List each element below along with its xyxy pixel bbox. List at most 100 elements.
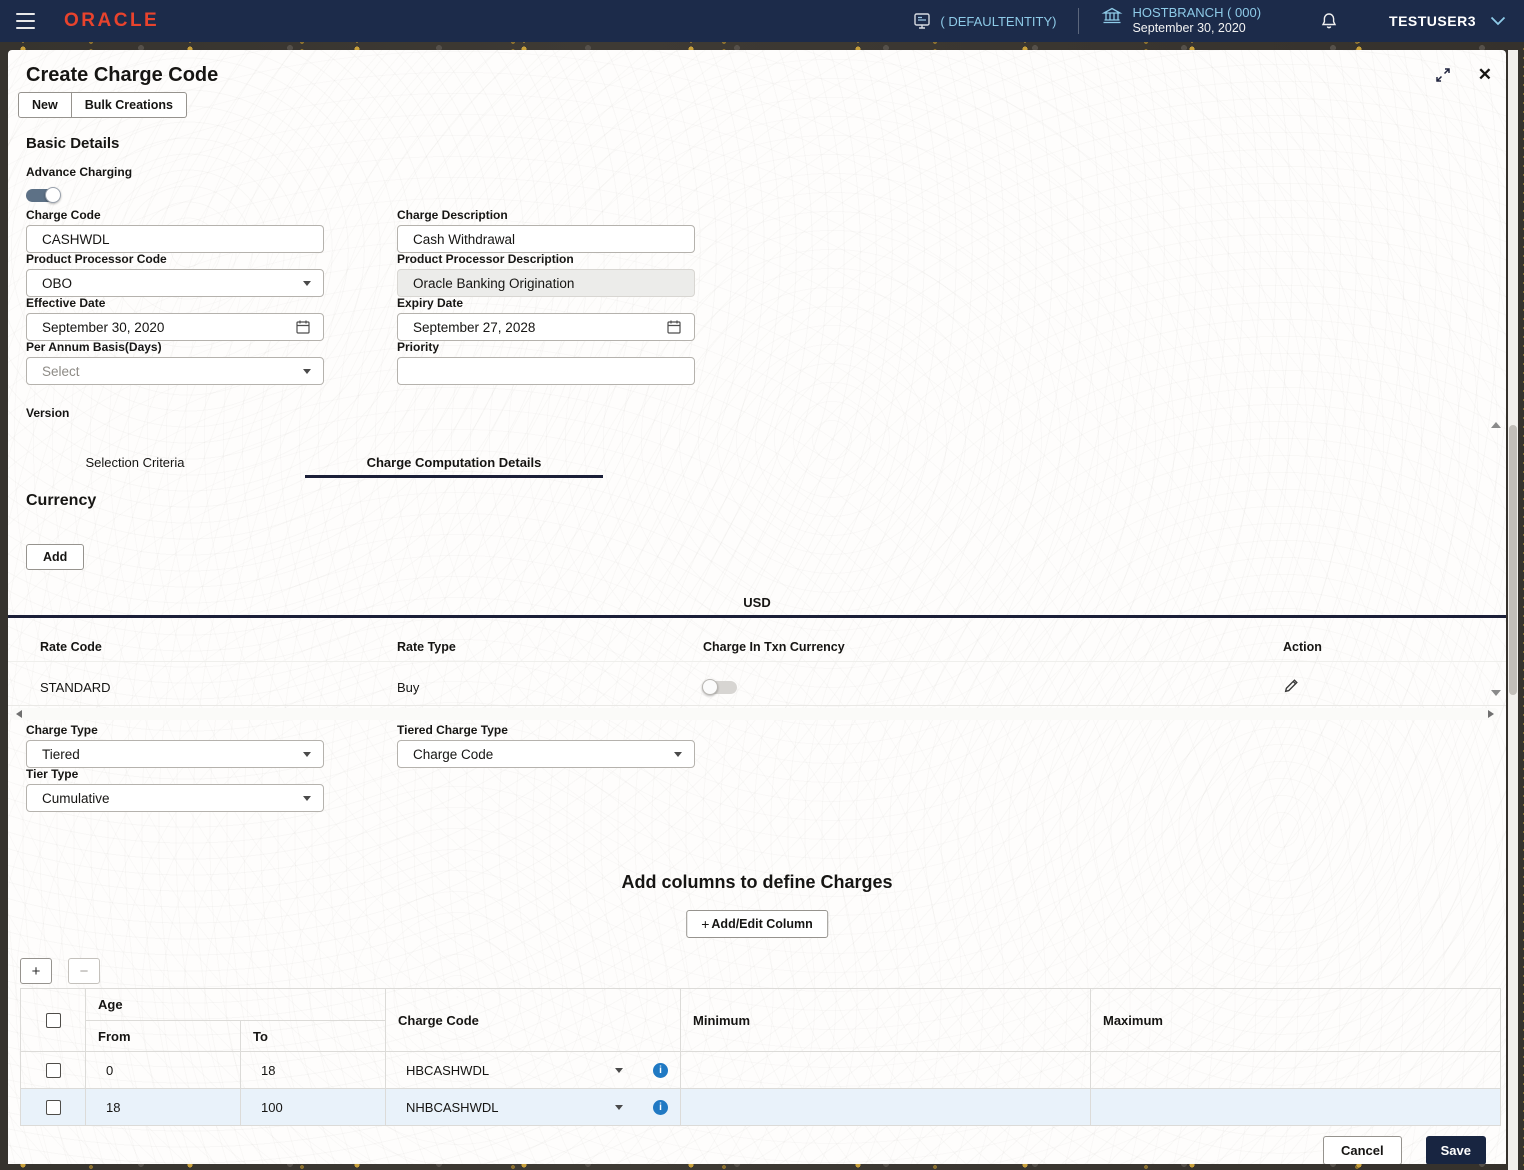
scroll-up-icon[interactable]: [1491, 422, 1501, 428]
menu-icon[interactable]: [16, 11, 42, 31]
calendar-icon: [667, 320, 681, 334]
to-value[interactable]: 18: [240, 1051, 386, 1089]
dropdown-caret-icon[interactable]: [615, 1104, 623, 1110]
rate-type-header: Rate Type: [397, 640, 456, 654]
expand-icon[interactable]: [1434, 66, 1452, 84]
add-edit-column-button[interactable]: + Add/Edit Column: [686, 910, 828, 938]
maximum-value[interactable]: [1090, 1088, 1501, 1126]
rate-code-header: Rate Code: [40, 640, 102, 654]
charge-code-cell-select[interactable]: HBCASHWDL: [406, 1063, 615, 1078]
charge-description-label: Charge Description: [397, 208, 508, 222]
branch-selector[interactable]: HOSTBRANCH ( 000) September 30, 2020: [1101, 5, 1261, 37]
save-button[interactable]: Save: [1425, 1136, 1486, 1164]
rate-table-row: STANDARD Buy: [8, 670, 1506, 706]
username: TESTUSER3: [1389, 13, 1476, 29]
charge-type-select[interactable]: Tiered: [26, 740, 324, 768]
chevron-down-icon: [1490, 16, 1506, 26]
tab-selection-criteria[interactable]: Selection Criteria: [40, 448, 230, 478]
oracle-logo: ORACLE: [64, 10, 160, 31]
effective-date-picker[interactable]: September 30, 2020: [26, 313, 324, 341]
basic-details-heading: Basic Details: [26, 135, 120, 152]
maximum-value[interactable]: [1090, 1051, 1501, 1089]
expiry-date-picker[interactable]: September 27, 2028: [397, 313, 695, 341]
close-icon[interactable]: ✕: [1478, 65, 1492, 85]
product-processor-code-select[interactable]: OBO: [26, 269, 324, 297]
rate-code-value: STANDARD: [40, 680, 111, 695]
minimum-value[interactable]: [680, 1051, 1091, 1089]
edit-rate-button[interactable]: [1283, 677, 1300, 694]
bulk-creations-button[interactable]: Bulk Creations: [71, 92, 187, 118]
product-processor-description-label: Product Processor Description: [397, 252, 574, 266]
add-columns-heading: Add columns to define Charges: [621, 872, 893, 892]
cancel-button[interactable]: Cancel: [1322, 1136, 1402, 1164]
detail-tabs: Selection Criteria Charge Computation De…: [8, 448, 1506, 478]
plus-icon: +: [701, 916, 710, 932]
charge-code-input[interactable]: [26, 225, 324, 253]
row-checkbox[interactable]: [45, 1100, 61, 1116]
charge-in-txn-toggle[interactable]: [702, 679, 737, 695]
scroll-down-icon[interactable]: [1491, 690, 1501, 696]
maximum-header: Maximum: [1090, 988, 1501, 1052]
rate-table-header: Rate Code Rate Type Charge In Txn Curren…: [8, 638, 1506, 662]
tab-currency-usd[interactable]: USD: [8, 588, 1506, 618]
pencil-icon: [1284, 679, 1298, 693]
product-processor-description-field: Oracle Banking Origination: [397, 269, 695, 297]
scrollbar-thumb[interactable]: [1509, 425, 1517, 695]
charge-type-label: Charge Type: [26, 723, 98, 737]
minimum-header: Minimum: [680, 988, 1091, 1052]
charge-in-txn-header: Charge In Txn Currency: [703, 640, 845, 654]
info-icon[interactable]: [653, 1099, 668, 1115]
charge-code-cell-select[interactable]: NHBCASHWDL: [406, 1100, 615, 1115]
priority-input[interactable]: [397, 357, 695, 385]
header-divider: [1078, 8, 1080, 34]
horizontal-scrollbar[interactable]: [12, 708, 1498, 720]
dropdown-caret-icon: [303, 751, 311, 757]
advance-charging-label: Advance Charging: [26, 165, 133, 179]
from-value[interactable]: 18: [85, 1088, 241, 1126]
add-currency-button[interactable]: Add: [26, 544, 85, 570]
info-icon[interactable]: [653, 1062, 668, 1078]
scroll-right-icon[interactable]: [1488, 710, 1494, 718]
expiry-date-label: Expiry Date: [397, 296, 464, 310]
tiered-charge-type-label: Tiered Charge Type: [397, 723, 508, 737]
record-toolbar: New Bulk Creations: [18, 92, 187, 118]
select-all-checkbox[interactable]: [45, 1013, 61, 1029]
dropdown-caret-icon: [303, 368, 311, 374]
tier-type-select[interactable]: Cumulative: [26, 784, 324, 812]
product-processor-code-label: Product Processor Code: [26, 252, 167, 266]
tab-charge-computation-details[interactable]: Charge Computation Details: [305, 448, 603, 478]
age-header: Age: [85, 988, 386, 1021]
user-menu[interactable]: TESTUSER3: [1389, 13, 1506, 29]
charge-type-form: Charge Type Tiered Tiered Charge Type Ch…: [26, 723, 726, 812]
vertical-scrollbar[interactable]: [1508, 50, 1518, 1170]
to-value[interactable]: 100: [240, 1088, 386, 1126]
entity-label: ( DEFAULTENTITY): [940, 13, 1057, 29]
currency-heading: Currency: [26, 492, 97, 509]
advance-charging-toggle[interactable]: [26, 187, 61, 203]
create-charge-code-panel: Create Charge Code ✕ New Bulk Creations …: [8, 50, 1506, 1164]
row-checkbox[interactable]: [45, 1063, 61, 1079]
table-row: 0 18 HBCASHWDL: [20, 1051, 1501, 1089]
notifications-button[interactable]: [1319, 11, 1339, 31]
charge-code-label: Charge Code: [26, 208, 101, 222]
dropdown-caret-icon: [303, 280, 311, 286]
minimum-value[interactable]: [680, 1088, 1091, 1126]
version-label: Version: [26, 406, 70, 420]
dropdown-caret-icon[interactable]: [615, 1067, 623, 1073]
add-row-button[interactable]: +: [20, 958, 52, 984]
new-button[interactable]: New: [18, 92, 72, 118]
tiered-charge-type-select[interactable]: Charge Code: [397, 740, 695, 768]
entity-selector[interactable]: ( DEFAULTENTITY): [912, 11, 1056, 31]
branch-label: HOSTBRANCH ( 000): [1132, 5, 1262, 21]
dropdown-caret-icon: [303, 795, 311, 801]
priority-label: Priority: [397, 340, 440, 354]
remove-row-button[interactable]: −: [68, 958, 100, 984]
per-annum-basis-label: Per Annum Basis(Days): [26, 340, 162, 354]
effective-date-label: Effective Date: [26, 296, 106, 310]
scroll-left-icon[interactable]: [16, 710, 22, 718]
per-annum-basis-select[interactable]: Select: [26, 357, 324, 385]
charge-description-input[interactable]: [397, 225, 695, 253]
from-value[interactable]: 0: [85, 1051, 241, 1089]
rate-type-value: Buy: [397, 680, 420, 695]
bell-icon: [1321, 13, 1337, 29]
